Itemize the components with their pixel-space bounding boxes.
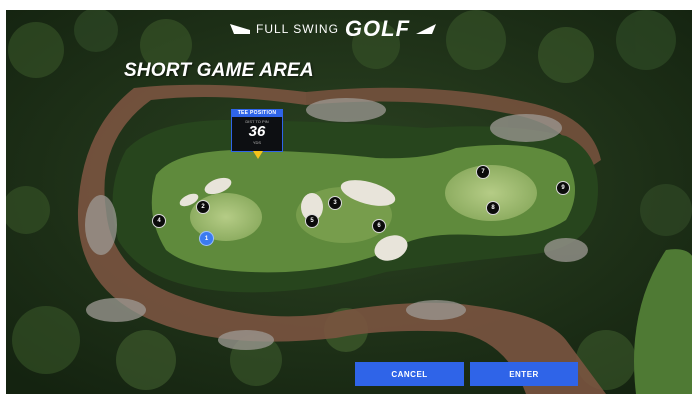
pin-marker-2[interactable]: 2 — [196, 200, 210, 214]
pin-marker-6[interactable]: 6 — [372, 219, 386, 233]
pin-marker-3[interactable]: 3 — [328, 196, 342, 210]
screen-title: SHORT GAME AREA — [124, 60, 314, 81]
pin-marker-1[interactable]: 1 — [199, 231, 214, 246]
tee-position-body: DIST TO PIN 36 YDS — [231, 117, 283, 159]
logo-wing-right-icon — [416, 24, 437, 34]
tee-position-header: TEE POSITION — [231, 109, 283, 117]
full-swing-golf-logo: FULL SWING GOLF — [230, 16, 437, 42]
logo-full-swing-text: FULL SWING — [256, 22, 339, 36]
tee-position-card: TEE POSITION DIST TO PIN 36 YDS — [231, 109, 283, 159]
cancel-button[interactable]: CANCEL — [355, 362, 464, 386]
logo-wing-left-icon — [230, 24, 250, 34]
course-map — [6, 10, 692, 394]
pin-marker-5[interactable]: 5 — [305, 214, 319, 228]
pin-marker-9[interactable]: 9 — [556, 181, 570, 195]
tee-marker-pointer-icon — [253, 151, 263, 159]
distance-unit: YDS — [252, 140, 262, 145]
enter-button[interactable]: ENTER — [470, 362, 578, 386]
distance-value: 36 — [248, 123, 266, 140]
course-view: FULL SWING GOLF SHORT GAME AREA TEE POSI… — [6, 10, 692, 394]
logo-golf-text: GOLF — [344, 16, 411, 41]
pin-marker-7[interactable]: 7 — [476, 165, 490, 179]
pin-marker-8[interactable]: 8 — [486, 201, 500, 215]
pin-marker-4[interactable]: 4 — [152, 214, 166, 228]
